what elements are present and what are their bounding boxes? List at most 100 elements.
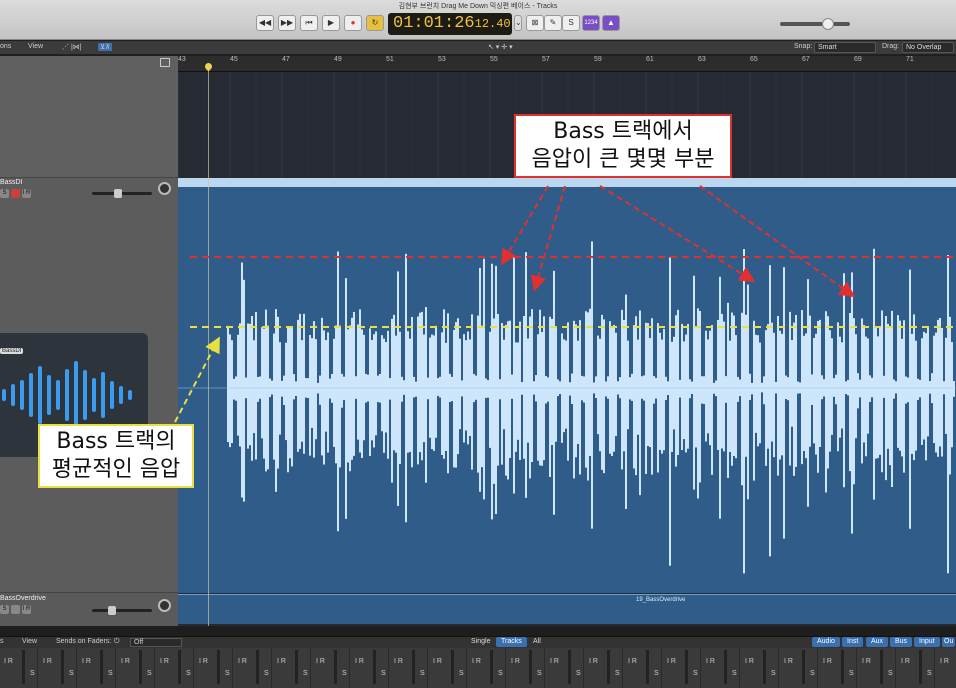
channel-fader[interactable] <box>295 650 298 684</box>
input-record-buttons[interactable]: I R <box>394 658 403 665</box>
tab-all[interactable]: All <box>528 637 546 647</box>
solo-button[interactable]: S <box>537 670 542 677</box>
input-record-buttons[interactable]: I R <box>511 658 520 665</box>
channel-strip[interactable]: I R S <box>117 648 155 688</box>
solo-button[interactable]: S <box>849 670 854 677</box>
solo-button[interactable]: S <box>342 670 347 677</box>
solo-button[interactable]: S <box>927 670 932 677</box>
input-record-buttons[interactable]: I R <box>160 658 169 665</box>
filter-input[interactable]: Input <box>914 637 940 647</box>
channel-fader[interactable] <box>22 650 25 684</box>
channel-fader[interactable] <box>529 650 532 684</box>
solo-button[interactable]: S <box>576 670 581 677</box>
channel-strip[interactable]: I R S <box>312 648 350 688</box>
input-record-buttons[interactable]: I R <box>745 658 754 665</box>
channel-fader[interactable] <box>256 650 259 684</box>
channel-strip[interactable]: I R S <box>585 648 623 688</box>
solo-button[interactable]: S <box>654 670 659 677</box>
channel-strip[interactable]: I R S <box>663 648 701 688</box>
channel-fader[interactable] <box>841 650 844 684</box>
solo-button[interactable]: S <box>381 670 386 677</box>
sends-on-faders-select[interactable]: Off <box>130 638 182 647</box>
input-record-buttons[interactable]: I R <box>4 658 13 665</box>
solo-button[interactable]: S <box>888 670 893 677</box>
solo-button[interactable]: S <box>498 670 503 677</box>
channel-strip[interactable]: I R S <box>429 648 467 688</box>
channel-fader[interactable] <box>139 650 142 684</box>
solo-button[interactable]: S <box>732 670 737 677</box>
channel-fader[interactable] <box>685 650 688 684</box>
channel-strip[interactable]: I R S <box>0 648 38 688</box>
channel-strip[interactable]: I R S <box>507 648 545 688</box>
channel-strip[interactable]: I R S <box>468 648 506 688</box>
input-record-buttons[interactable]: I R <box>901 658 910 665</box>
power-icon[interactable]: ⏻ <box>114 638 120 646</box>
mixer-edit-menu[interactable]: s <box>0 638 4 645</box>
channel-strip[interactable]: I R S <box>195 648 233 688</box>
channel-fader[interactable] <box>724 650 727 684</box>
channel-fader[interactable] <box>880 650 883 684</box>
channel-strip[interactable]: I R S <box>39 648 77 688</box>
input-record-buttons[interactable]: I R <box>433 658 442 665</box>
filter-audio[interactable]: Audio <box>812 637 840 647</box>
channel-fader[interactable] <box>802 650 805 684</box>
channel-fader[interactable] <box>100 650 103 684</box>
input-record-buttons[interactable]: I R <box>706 658 715 665</box>
channel-fader[interactable] <box>373 650 376 684</box>
input-record-buttons[interactable]: I R <box>667 658 676 665</box>
solo-button[interactable]: S <box>303 670 308 677</box>
channel-fader[interactable] <box>919 650 922 684</box>
channel-strip[interactable]: I R S <box>624 648 662 688</box>
channel-strip[interactable]: I R S <box>273 648 311 688</box>
input-record-buttons[interactable]: I R <box>355 658 364 665</box>
channel-strip[interactable]: I R S <box>780 648 818 688</box>
channel-strip[interactable]: I R S <box>546 648 584 688</box>
filter-bus[interactable]: Bus <box>890 637 913 647</box>
solo-button[interactable]: S <box>30 670 35 677</box>
channel-fader[interactable] <box>451 650 454 684</box>
input-record-buttons[interactable]: I R <box>550 658 559 665</box>
channel-strip[interactable]: I R S <box>897 648 935 688</box>
input-record-buttons[interactable]: I R <box>238 658 247 665</box>
channel-fader[interactable] <box>763 650 766 684</box>
solo-button[interactable]: S <box>771 670 776 677</box>
solo-button[interactable]: S <box>225 670 230 677</box>
input-record-buttons[interactable]: I R <box>316 658 325 665</box>
channel-strip[interactable]: I R S <box>858 648 896 688</box>
channel-strip[interactable]: I R S <box>819 648 857 688</box>
channel-strip[interactable]: I R S <box>741 648 779 688</box>
channel-strip[interactable]: I R S <box>156 648 194 688</box>
channel-fader[interactable] <box>334 650 337 684</box>
solo-button[interactable]: S <box>420 670 425 677</box>
input-record-buttons[interactable]: I R <box>628 658 637 665</box>
channel-strip[interactable]: I R S <box>234 648 272 688</box>
channel-strip[interactable]: I R S <box>702 648 740 688</box>
channel-fader[interactable] <box>646 650 649 684</box>
tab-single[interactable]: Single <box>466 637 495 647</box>
solo-button[interactable]: S <box>69 670 74 677</box>
input-record-buttons[interactable]: I R <box>43 658 52 665</box>
input-record-buttons[interactable]: I R <box>784 658 793 665</box>
channel-fader[interactable] <box>217 650 220 684</box>
input-record-buttons[interactable]: I R <box>277 658 286 665</box>
channel-fader[interactable] <box>607 650 610 684</box>
solo-button[interactable]: S <box>615 670 620 677</box>
channel-strip[interactable]: I R S <box>390 648 428 688</box>
solo-button[interactable]: S <box>147 670 152 677</box>
solo-button[interactable]: S <box>186 670 191 677</box>
filter-inst[interactable]: Inst <box>842 637 864 647</box>
solo-button[interactable]: S <box>459 670 464 677</box>
input-record-buttons[interactable]: I R <box>121 658 130 665</box>
input-record-buttons[interactable]: I R <box>862 658 871 665</box>
mixer-view-menu[interactable]: View <box>22 638 37 645</box>
input-record-buttons[interactable]: I R <box>823 658 832 665</box>
input-record-buttons[interactable]: I R <box>940 658 949 665</box>
tab-tracks[interactable]: Tracks <box>496 637 527 647</box>
input-record-buttons[interactable]: I R <box>472 658 481 665</box>
filter-aux[interactable]: Aux <box>866 637 889 647</box>
channel-strip[interactable]: I R S <box>351 648 389 688</box>
solo-button[interactable]: S <box>810 670 815 677</box>
input-record-buttons[interactable]: I R <box>82 658 91 665</box>
solo-button[interactable]: S <box>693 670 698 677</box>
filter-output[interactable]: Ou <box>942 637 956 647</box>
